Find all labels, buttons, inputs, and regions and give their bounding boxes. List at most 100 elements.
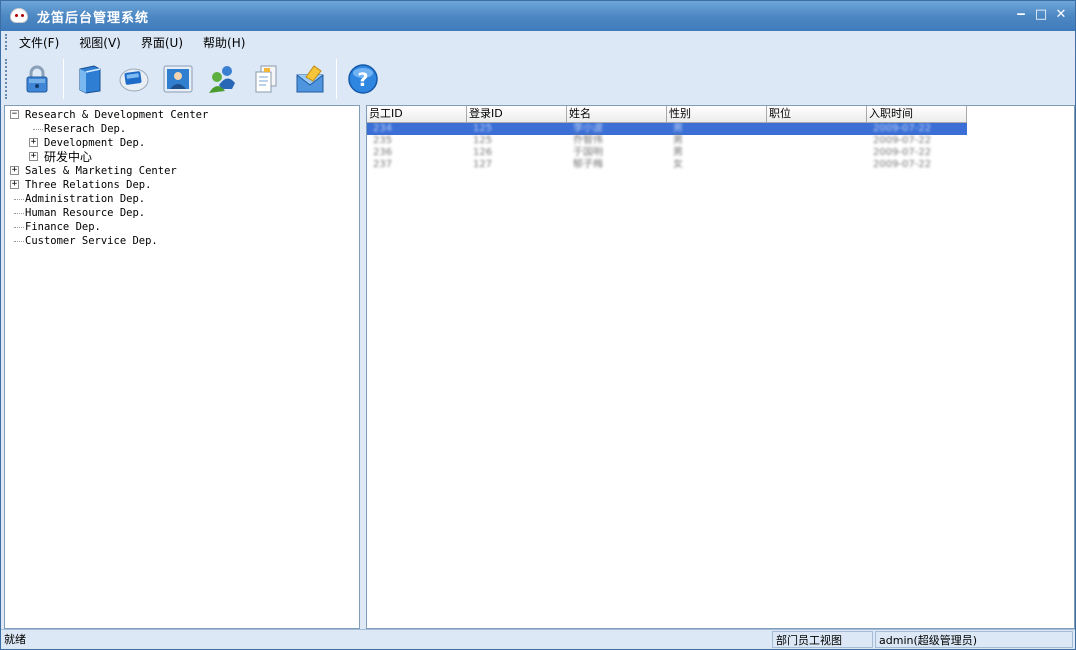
tree-node-label: Development Dep. — [44, 137, 146, 149]
tree-node-label: 研发中心 — [44, 150, 93, 164]
department-tree-panel[interactable]: − Research & Development Center Reserach D… — [4, 105, 360, 629]
documents-button[interactable] — [244, 57, 288, 101]
tree-node-label: Sales & Marketing Center — [25, 165, 177, 177]
table-cell: 男 — [673, 123, 683, 134]
table-cell: 女 — [673, 159, 683, 170]
tree-node-label: Three Relations Dep. — [25, 179, 152, 191]
table-row[interactable]: 236 126 于国明 男 2009-07-22 — [367, 147, 967, 159]
tree-node-label: Customer Service Dep. — [25, 235, 158, 247]
tree-node[interactable]: Human Resource Dep. — [5, 206, 359, 220]
expand-icon[interactable]: + — [10, 180, 19, 189]
table-cell: 2009-07-22 — [873, 147, 932, 158]
book-icon — [79, 65, 101, 94]
svg-text:?: ? — [357, 69, 368, 91]
menu-view[interactable]: 视图(V) — [69, 34, 131, 51]
toolbar: ? — [1, 55, 1075, 103]
table-row[interactable]: 235 125 乔智伟 男 2009-07-22 — [367, 135, 967, 147]
table-cell: 237 — [373, 159, 393, 170]
table-cell: 126 — [473, 147, 493, 158]
lock-button[interactable] — [15, 57, 59, 101]
table-cell: 235 — [373, 135, 393, 146]
expand-icon[interactable]: + — [10, 166, 19, 175]
employee-grid-panel[interactable]: 员工ID 登录ID 姓名 性别 职位 入职时间 234 125 李小波男 2009-0… — [366, 105, 1075, 629]
table-cell: 127 — [473, 159, 493, 170]
table-cell: 2009-07-22 — [873, 123, 932, 134]
mail-button[interactable] — [288, 57, 332, 101]
table-cell: 于国明 — [573, 147, 603, 158]
table-cell: 125 — [473, 135, 493, 146]
column-header-hire-date[interactable]: 入职时间 — [867, 106, 967, 123]
table-cell — [767, 159, 867, 171]
grid-header: 员工ID 登录ID 姓名 性别 职位 入职时间 — [367, 106, 1074, 123]
table-cell: 男 — [673, 135, 683, 146]
table-cell: 乔智伟 — [573, 135, 603, 146]
table-row[interactable]: 234 125 李小波 男 2009-07-22 — [367, 123, 967, 135]
table-cell: 男 — [673, 147, 683, 158]
monitor-icon — [119, 68, 149, 92]
column-header-login-id[interactable]: 登录ID — [467, 106, 567, 123]
users-icon — [209, 66, 235, 93]
status-bar: 就绪 部门员工视图 admin(超级管理员) — [1, 629, 1075, 649]
table-cell: 234 — [373, 123, 393, 134]
app-logo-icon — [9, 7, 29, 25]
status-user: admin(超级管理员) — [875, 631, 1073, 648]
table-cell: 2009-07-22 — [873, 135, 932, 146]
status-text: 就绪 — [4, 633, 26, 646]
tree-node[interactable]: + 研发中心 — [5, 150, 359, 164]
help-button[interactable]: ? — [341, 57, 385, 101]
department-tree: − Research & Development Center Reserach D… — [5, 106, 359, 248]
tree-node[interactable]: − Research & Development Center — [5, 108, 359, 122]
status-view: 部门员工视图 — [772, 631, 873, 648]
tree-node[interactable]: + Development Dep. — [5, 136, 359, 150]
tree-node[interactable]: + Three Relations Dep. — [5, 178, 359, 192]
table-cell: 李小波 — [573, 123, 603, 134]
tree-node-label: Finance Dep. — [25, 221, 101, 233]
menu-bar: 文件(F) 视图(V) 界面(U) 帮助(H) — [1, 31, 1075, 53]
lock-icon — [26, 65, 48, 93]
table-cell: 2009-07-22 — [873, 159, 932, 170]
tree-node[interactable]: Reserach Dep. — [5, 122, 359, 136]
tree-connector — [33, 129, 43, 130]
monitor-button[interactable] — [112, 57, 156, 101]
collapse-icon[interactable]: − — [10, 110, 19, 119]
grid-body: 234 125 李小波男 2009-07-22 235 125 乔智伟男 2009-07-22… — [367, 123, 1074, 171]
app-window: 龙笛后台管理系统 ‒ □ ✕ 文件(F) 视图(V) 界面(U) 帮助(H) ?… — [0, 0, 1076, 650]
toolbar-separator — [336, 59, 337, 99]
user-card-button[interactable] — [156, 57, 200, 101]
menu-file[interactable]: 文件(F) — [9, 34, 69, 51]
table-cell — [767, 147, 867, 159]
expand-icon[interactable]: + — [29, 152, 38, 161]
maximize-button[interactable]: □ — [1033, 7, 1049, 23]
tree-node[interactable]: + Sales & Marketing Center — [5, 164, 359, 178]
table-cell — [767, 135, 867, 147]
user-card-icon — [163, 65, 193, 93]
tree-node[interactable]: Finance Dep. — [5, 220, 359, 234]
tree-connector — [14, 199, 24, 200]
tree-connector — [14, 213, 24, 214]
tree-connector — [14, 241, 24, 242]
menu-interface[interactable]: 界面(U) — [131, 34, 193, 51]
tree-node-label: Human Resource Dep. — [25, 207, 146, 219]
table-cell: 236 — [373, 147, 393, 158]
toolbar-separator — [63, 59, 64, 99]
tree-node-label: Administration Dep. — [25, 193, 146, 205]
book-button[interactable] — [68, 57, 112, 101]
expand-icon[interactable]: + — [29, 138, 38, 147]
table-cell: 125 — [473, 123, 493, 134]
toolbar-grip[interactable] — [5, 59, 9, 99]
column-header-employee-id[interactable]: 员工ID — [367, 106, 467, 123]
users-button[interactable] — [200, 57, 244, 101]
documents-icon — [255, 65, 277, 93]
tree-node[interactable]: Customer Service Dep. — [5, 234, 359, 248]
tree-node-label: Research & Development Center — [25, 109, 209, 121]
close-button[interactable]: ✕ — [1053, 7, 1069, 23]
column-header-name[interactable]: 姓名 — [567, 106, 667, 123]
menu-help[interactable]: 帮助(H) — [193, 34, 255, 51]
tree-node[interactable]: Administration Dep. — [5, 192, 359, 206]
minimize-button[interactable]: ‒ — [1013, 7, 1029, 23]
title-bar[interactable]: 龙笛后台管理系统 ‒ □ ✕ — [1, 1, 1075, 31]
table-row[interactable]: 237 127 郁子梅 女 2009-07-22 — [367, 159, 967, 171]
column-header-gender[interactable]: 性别 — [667, 106, 767, 123]
column-header-position[interactable]: 职位 — [767, 106, 867, 123]
tree-connector — [14, 227, 24, 228]
